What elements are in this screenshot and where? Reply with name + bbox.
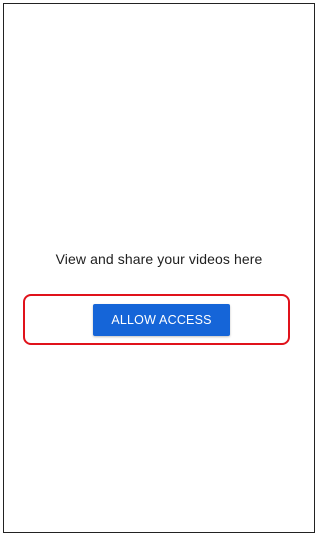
app-screen: View and share your videos here ALLOW AC… — [3, 3, 315, 533]
allow-access-button[interactable]: ALLOW ACCESS — [93, 304, 230, 336]
permission-message: View and share your videos here — [55, 251, 263, 267]
